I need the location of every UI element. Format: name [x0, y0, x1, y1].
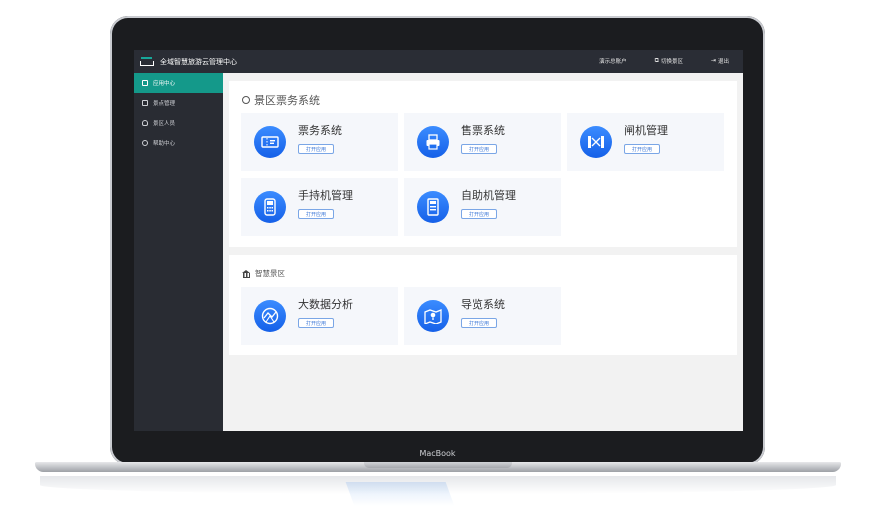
printer-icon — [417, 126, 449, 158]
grid-icon — [142, 100, 148, 106]
app-name: 售票系统 — [461, 124, 505, 137]
sidebar-item-label: 帮助中心 — [153, 141, 176, 147]
kiosk-icon — [417, 191, 449, 223]
main-content: 景区票务系统 票务系统 打开应用 售票系统 打开应用 闸机管理 打开应用 手持机… — [223, 73, 743, 431]
open-app-button[interactable]: 打开应用 — [298, 144, 334, 154]
app-card-bigdata[interactable]: 大数据分析 打开应用 — [241, 287, 398, 345]
switch-scenic-link[interactable]: ⧉ 切换景区 — [654, 57, 683, 66]
app-card-sales[interactable]: 售票系统 打开应用 — [404, 113, 561, 171]
person-icon — [142, 120, 148, 126]
sidebar: 应用中心 景点管理 景区人员 帮助中心 — [134, 73, 223, 431]
grid-icon — [142, 80, 148, 86]
app-card-kiosk[interactable]: 自助机管理 打开应用 — [404, 178, 561, 236]
app-card-guide[interactable]: 导览系统 打开应用 — [404, 287, 561, 345]
switch-icon: ⧉ — [654, 57, 659, 64]
open-app-button[interactable]: 打开应用 — [461, 144, 497, 154]
macbook-label: MacBook — [419, 449, 456, 458]
app-name: 导览系统 — [461, 298, 505, 311]
app-name: 闸机管理 — [624, 124, 668, 137]
chart-icon — [254, 300, 286, 332]
app-name: 票务系统 — [298, 124, 342, 137]
account-link[interactable]: 演示总账户 — [599, 57, 627, 65]
sidebar-item-label: 景区人员 — [153, 121, 176, 127]
app-card-ticketing[interactable]: 票务系统 打开应用 — [241, 113, 398, 171]
logout-label: 退出 — [717, 59, 729, 65]
map-icon — [417, 300, 449, 332]
laptop-reflection — [345, 482, 455, 506]
app-title: 全域智慧旅游云管理中心 — [160, 57, 237, 66]
switch-label: 切换景区 — [660, 59, 683, 65]
ticket-icon — [254, 126, 286, 158]
topbar: 全域智慧旅游云管理中心 演示总账户 ⧉ 切换景区 ⇥ 退出 — [134, 50, 743, 73]
open-app-button[interactable]: 打开应用 — [461, 318, 497, 328]
sidebar-item-help[interactable]: 帮助中心 — [134, 133, 223, 153]
brand: 全域智慧旅游云管理中心 — [140, 55, 237, 68]
logout-icon: ⇥ — [710, 57, 716, 64]
smart-scenic-section: 智慧景区 大数据分析 打开应用 导览系统 打开应用 — [229, 255, 737, 355]
logout-link[interactable]: ⇥ 退出 — [710, 57, 729, 66]
logo-icon — [140, 56, 154, 67]
account-label: 演示总账户 — [599, 59, 627, 65]
section-title-text: 智慧景区 — [255, 269, 285, 278]
sidebar-item-attractions[interactable]: 景点管理 — [134, 93, 223, 113]
section-title-text: 景区票务系统 — [254, 94, 320, 107]
screen: 全域智慧旅游云管理中心 演示总账户 ⧉ 切换景区 ⇥ 退出 应用中心 景点管理 — [134, 50, 743, 431]
sidebar-item-label: 景点管理 — [153, 101, 176, 107]
open-app-button[interactable]: 打开应用 — [461, 209, 497, 219]
ticket-circle-icon — [242, 96, 250, 104]
section-title: 智慧景区 — [242, 268, 285, 279]
app-name: 自助机管理 — [461, 189, 516, 202]
open-app-button[interactable]: 打开应用 — [624, 144, 660, 154]
app-card-gate[interactable]: 闸机管理 打开应用 — [567, 113, 724, 171]
handheld-icon — [254, 191, 286, 223]
top-links: 演示总账户 ⧉ 切换景区 ⇥ 退出 — [599, 57, 729, 66]
sidebar-item-staff[interactable]: 景区人员 — [134, 113, 223, 133]
sidebar-item-label: 应用中心 — [153, 81, 176, 87]
open-app-button[interactable]: 打开应用 — [298, 209, 334, 219]
bank-icon — [242, 269, 251, 278]
section-title: 景区票务系统 — [242, 92, 320, 108]
help-icon — [142, 140, 148, 146]
app-name: 大数据分析 — [298, 298, 353, 311]
app-card-handheld[interactable]: 手持机管理 打开应用 — [241, 178, 398, 236]
laptop-notch — [364, 462, 512, 468]
ticketing-section: 景区票务系统 票务系统 打开应用 售票系统 打开应用 闸机管理 打开应用 手持机… — [229, 81, 737, 247]
gate-icon — [580, 126, 612, 158]
app-name: 手持机管理 — [298, 189, 353, 202]
open-app-button[interactable]: 打开应用 — [298, 318, 334, 328]
sidebar-item-app-center[interactable]: 应用中心 — [134, 73, 223, 93]
